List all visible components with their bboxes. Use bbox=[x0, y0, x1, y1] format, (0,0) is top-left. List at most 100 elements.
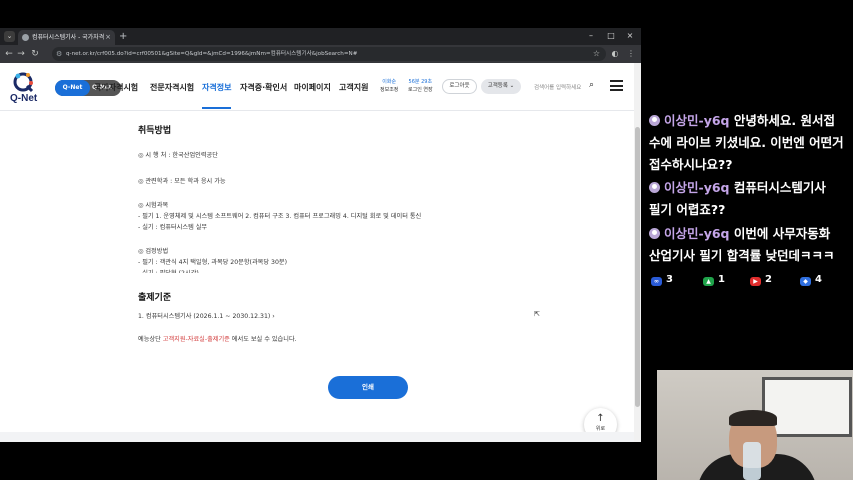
stat-value: 2 bbox=[765, 274, 772, 285]
chat-text: 안녕하세요. 원서접 bbox=[733, 113, 835, 128]
chat-username: 이상민-y6q bbox=[664, 180, 730, 195]
profile-icon[interactable]: ◐ bbox=[609, 48, 621, 60]
forward-icon[interactable]: → bbox=[15, 48, 27, 60]
criteria-link[interactable]: 1. 컴퓨터시스템기사 (2026.1.1 ~ 2030.12.31) › bbox=[138, 311, 275, 320]
chat-line: 이상민-y6q 안녕하세요. 원서접 bbox=[649, 110, 849, 132]
chat-message: 이상민-y6q 컴퓨터시스템기사 필기 어렵죠?? bbox=[649, 177, 849, 221]
mouse-cursor-icon: ⇱ bbox=[534, 310, 540, 318]
chat-text: 수에 라이브 키셨네요. 이번엔 어떤거 bbox=[649, 135, 844, 150]
chat-line: 이상민-y6q 컴퓨터시스템기사 bbox=[649, 177, 849, 199]
user-avatar-icon bbox=[649, 228, 660, 239]
tab-title: 컴퓨터시스템기사 - 국가자격 bbox=[32, 34, 104, 41]
tab-search-icon[interactable]: ⌄ bbox=[4, 31, 15, 42]
subjects-written: - 필기 1. 운영체제 및 시스템 소프트웨어 2. 컴퓨터 구조 3. 컴퓨… bbox=[138, 213, 422, 220]
viewer-stats: ∞ 3 ▲ 1 ▶ 2 ◆ 4 bbox=[651, 274, 851, 288]
session-extend: 로그인 연장 bbox=[408, 87, 433, 93]
footer-band bbox=[0, 432, 634, 442]
platform-icon: ◆ bbox=[800, 277, 811, 286]
youtube-icon: ▶ bbox=[750, 277, 761, 286]
user-info-label: 정보조정 bbox=[380, 87, 399, 93]
nav-certificate[interactable]: 자격증·확인서 bbox=[240, 82, 287, 93]
water-bottle bbox=[743, 442, 761, 480]
chzzk-icon: ∞ bbox=[651, 277, 662, 286]
stat-youtube: ▶ 2 bbox=[750, 274, 772, 286]
notice-post: 에서도 보실 수 있습니다. bbox=[229, 336, 297, 343]
browser-window: ⌄ 컴퓨터시스템기사 - 국가자격 × + – □ × ← → ↻ ⚙ q-ne… bbox=[0, 28, 641, 442]
stat-value: 1 bbox=[718, 274, 725, 285]
chat-username: 이상민-y6q bbox=[664, 226, 730, 241]
site-header: Q-Net Q-Net Q-Net 국가자격시험 전문자격시험 자격정보 자격증… bbox=[0, 63, 634, 111]
scrollbar-thumb[interactable] bbox=[635, 127, 640, 407]
browser-toolbar: ← → ↻ ⚙ q-net.or.kr/crf005.do?id=crf0050… bbox=[0, 45, 641, 63]
site-info-icon[interactable]: ⚙ bbox=[56, 47, 62, 61]
maximize-icon[interactable]: □ bbox=[605, 29, 617, 43]
new-tab-icon[interactable]: + bbox=[119, 30, 127, 43]
user-name: 이화순 bbox=[382, 79, 397, 85]
major-line: ◎ 관련학과 : 모든 학과 응시 가능 bbox=[138, 178, 226, 185]
nav-support[interactable]: 고객지원 bbox=[339, 82, 368, 93]
logout-button[interactable]: 로그아웃 bbox=[442, 79, 477, 94]
bookmark-star-icon[interactable]: ☆ bbox=[593, 47, 600, 61]
chevron-right-icon: › bbox=[272, 313, 275, 320]
criteria-title: 출제기준 bbox=[138, 293, 172, 303]
stat-other: ◆ 4 bbox=[800, 274, 822, 286]
back-icon[interactable]: ← bbox=[3, 48, 15, 60]
method-head: ◎ 검정방법 bbox=[138, 248, 169, 255]
search-icon[interactable]: ⌕ bbox=[589, 80, 594, 90]
subjects-practical: - 실기 : 컴퓨터시스템 실무 bbox=[138, 224, 208, 231]
nav-mypage[interactable]: 마이페이지 bbox=[294, 82, 331, 93]
url-text: q-net.or.kr/crf005.do?id=crf00501&gSite=… bbox=[66, 51, 358, 57]
favicon-icon bbox=[22, 34, 29, 41]
nav-national-exam[interactable]: 국가자격시험 bbox=[94, 82, 138, 93]
criteria-item: 1. 컴퓨터시스템기사 (2026.1.1 ~ 2030.12.31) bbox=[138, 313, 271, 320]
minimize-icon[interactable]: – bbox=[585, 29, 597, 43]
nav-active-indicator bbox=[202, 107, 231, 109]
chat-username: 이상민-y6q bbox=[664, 113, 730, 128]
search-input[interactable]: 검색어를 입력하세요 bbox=[534, 83, 581, 91]
qnet-logo-icon[interactable] bbox=[12, 71, 34, 93]
window-close-icon[interactable]: × bbox=[624, 29, 636, 43]
criteria-path-link[interactable]: 고객지원-자료실-출제기준 bbox=[163, 336, 230, 343]
toggle-qnet[interactable]: Q-Net bbox=[55, 80, 90, 96]
menu-kebab-icon[interactable]: ⋮ bbox=[625, 48, 637, 60]
chat-text: 접수하시나요?? bbox=[649, 157, 733, 172]
stat-value: 3 bbox=[666, 274, 673, 285]
hamburger-menu-icon[interactable] bbox=[610, 80, 623, 91]
user-avatar-icon bbox=[649, 182, 660, 193]
afreeca-icon: ▲ bbox=[703, 277, 714, 286]
user-avatar-icon bbox=[649, 115, 660, 126]
chat-text: 이번에 사무자동화 bbox=[733, 226, 831, 241]
stat-afreeca: ▲ 1 bbox=[703, 274, 725, 286]
notice-pre: 예능상단 bbox=[138, 336, 163, 343]
page-scrollbar[interactable] bbox=[634, 63, 641, 442]
chat-text: 필기 어렵죠?? bbox=[649, 202, 726, 217]
acquisition-title: 취득방법 bbox=[138, 126, 172, 136]
print-button[interactable]: 인쇄 bbox=[328, 376, 408, 399]
chat-message: 이상민-y6q 이번에 사무자동화 산업기사 필기 합격률 낮던데ㅋㅋㅋ bbox=[649, 223, 849, 267]
customer-button[interactable]: 고객등록 ⌄ bbox=[481, 79, 521, 94]
agency-line: ◎ 시 행 처 : 한국산업인력공단 bbox=[138, 152, 218, 159]
logo-text[interactable]: Q-Net bbox=[10, 93, 37, 104]
page-viewport: Q-Net Q-Net Q-Net 국가자격시험 전문자격시험 자격정보 자격증… bbox=[0, 63, 641, 442]
chat-message: 이상민-y6q 안녕하세요. 원서접 수에 라이브 키셨네요. 이번엔 어떤거 … bbox=[649, 110, 849, 176]
tab-bar: ⌄ 컴퓨터시스템기사 - 국가자격 × + – □ × bbox=[0, 28, 641, 45]
chat-text: 컴퓨터시스템기사 bbox=[733, 180, 826, 195]
notice-line: 예능상단 고객지원-자료실-출제기준 에서도 보실 수 있습니다. bbox=[138, 334, 297, 343]
user-info[interactable]: 이화순 정보조정 bbox=[380, 78, 398, 94]
subjects-head: ◎ 시험과목 bbox=[138, 202, 169, 209]
screen: ⌄ 컴퓨터시스템기사 - 국가자격 × + – □ × ← → ↻ ⚙ q-ne… bbox=[0, 0, 853, 480]
tab-close-icon[interactable]: × bbox=[105, 30, 111, 45]
page-content: 취득방법 ◎ 시 행 처 : 한국산업인력공단 ◎ 관련학과 : 모든 학과 응… bbox=[0, 112, 634, 442]
customer-label: 고객등록 bbox=[487, 83, 508, 89]
nav-professional-exam[interactable]: 전문자격시험 bbox=[150, 82, 194, 93]
browser-tab[interactable]: 컴퓨터시스템기사 - 국가자격 × bbox=[18, 30, 115, 45]
nav-qualification-info[interactable]: 자격정보 bbox=[202, 82, 231, 93]
session-remaining: 56분 29초 bbox=[408, 79, 433, 85]
address-bar[interactable]: ⚙ q-net.or.kr/crf005.do?id=crf00501&gSit… bbox=[52, 47, 606, 61]
webcam-feed bbox=[657, 370, 853, 480]
method-practical: - 실기 : 필답형 (2시간) bbox=[138, 268, 199, 273]
session-timer[interactable]: 56분 29초 로그인 연장 bbox=[408, 78, 433, 94]
streamer-hair bbox=[729, 410, 777, 426]
reload-icon[interactable]: ↻ bbox=[29, 48, 41, 60]
chat-text: 산업기사 필기 합격률 낮던데ㅋㅋㅋ bbox=[649, 248, 835, 263]
